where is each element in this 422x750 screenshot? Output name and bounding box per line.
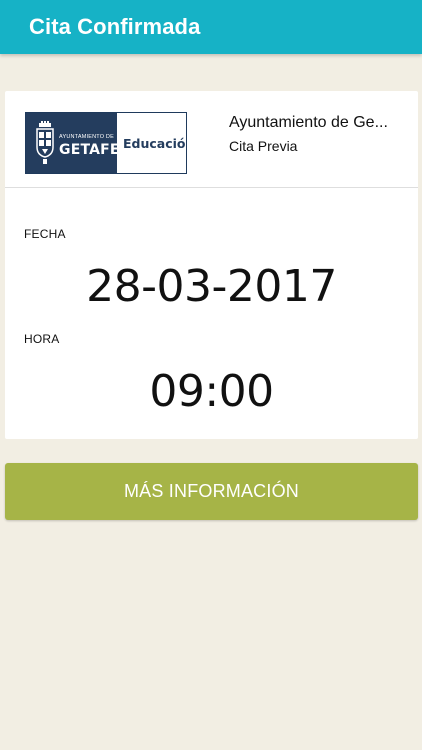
date-label: FECHA (24, 227, 66, 241)
organization-subtitle: Cita Previa (229, 138, 298, 154)
card-header: AYUNTAMIENTO DE GETAFE Educación Ayuntam… (5, 91, 418, 188)
logo-big-text: GETAFE (59, 142, 120, 158)
getafe-educacion-logo: AYUNTAMIENTO DE GETAFE Educación (25, 112, 187, 174)
logo-educacion-text: Educación (123, 136, 186, 151)
page-title: Cita Confirmada (29, 14, 201, 39)
logo-navy-panel: AYUNTAMIENTO DE GETAFE (26, 113, 120, 173)
organization-name: Ayuntamiento de Ge... (229, 114, 388, 131)
appointment-card: AYUNTAMIENTO DE GETAFE Educación Ayuntam… (5, 91, 418, 439)
app-bar: Cita Confirmada (0, 0, 422, 54)
coat-of-arms-icon (36, 121, 54, 164)
more-info-button[interactable]: MÁS INFORMACIÓN (5, 463, 418, 520)
time-value: 09:00 (149, 366, 274, 417)
date-value: 28-03-2017 (86, 261, 337, 312)
time-label: HORA (24, 332, 60, 346)
logo-small-text: AYUNTAMIENTO DE (59, 134, 114, 140)
